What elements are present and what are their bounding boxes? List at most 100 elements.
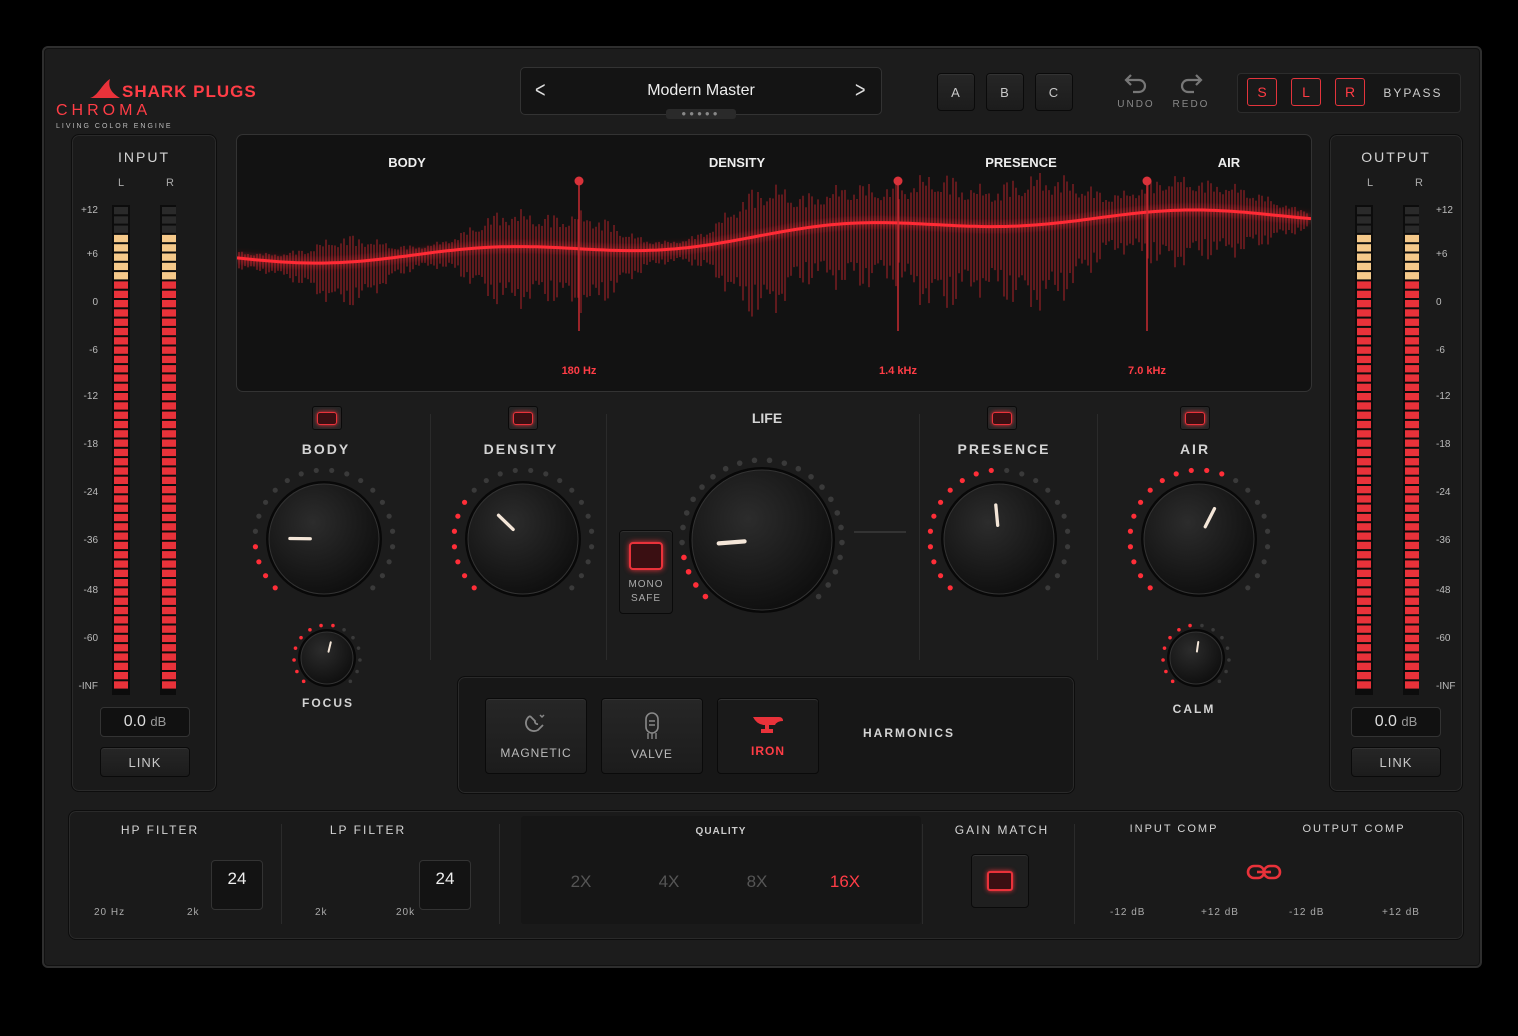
- bypass-button[interactable]: BYPASS: [1370, 86, 1456, 100]
- spectrum-display[interactable]: BODY DENSITY PRESENCE AIR 180 Hz 1.4 kHz…: [236, 134, 1312, 392]
- meter-segment: [1357, 551, 1371, 559]
- output-value-field[interactable]: 0.0 dB: [1351, 707, 1441, 737]
- knob-dot: [931, 513, 937, 519]
- knob-body: [1143, 483, 1255, 595]
- preset-prev-button[interactable]: <: [535, 77, 546, 104]
- meter-segment: [114, 579, 128, 587]
- air-knob[interactable]: [1127, 467, 1271, 597]
- knob-dot: [685, 568, 692, 575]
- meter-segment: [1405, 504, 1419, 512]
- slot-b-button[interactable]: B: [986, 73, 1024, 111]
- lp-slope-field[interactable]: 24: [419, 860, 471, 910]
- knob-dot: [1227, 658, 1231, 662]
- air-enable-toggle[interactable]: [1180, 406, 1210, 430]
- knob-dot: [351, 635, 355, 640]
- preset-next-button[interactable]: >: [855, 77, 866, 104]
- meter-segment: [162, 588, 176, 596]
- meter-segment: [114, 411, 128, 419]
- meter-segment: [1405, 579, 1419, 587]
- left-button[interactable]: L: [1291, 78, 1321, 106]
- quality-2x-option[interactable]: 2X: [556, 872, 606, 892]
- quality-16x-option[interactable]: 16X: [820, 872, 870, 892]
- mode-magnetic-button[interactable]: MAGNETIC: [485, 698, 587, 774]
- comp-link-icon[interactable]: [1246, 860, 1282, 884]
- meter-segment: [162, 681, 176, 689]
- body-knob[interactable]: [252, 467, 396, 597]
- mono-safe-toggle[interactable]: MONO SAFE: [619, 530, 673, 614]
- undo-button[interactable]: UNDO: [1114, 72, 1158, 118]
- knob-dot: [988, 467, 994, 474]
- knob-dot: [1147, 487, 1153, 493]
- slot-c-button[interactable]: C: [1035, 73, 1073, 111]
- meter-segment: [1357, 486, 1371, 494]
- meter-segment: [1357, 616, 1371, 624]
- meter-segment: [1357, 513, 1371, 522]
- input-link-button[interactable]: LINK: [100, 747, 190, 777]
- meter-segment: [1405, 290, 1419, 298]
- meter-segment: [114, 253, 128, 261]
- density-enable-toggle[interactable]: [508, 406, 538, 430]
- meter-segment: [114, 467, 128, 475]
- band-marker-handle[interactable]: [574, 176, 584, 186]
- meter-segment: [162, 541, 176, 550]
- meter-segment: [1405, 430, 1419, 438]
- presence-knob[interactable]: [927, 467, 1071, 597]
- knob-dot: [834, 510, 841, 516]
- hp-slope-field[interactable]: 24: [211, 860, 263, 910]
- knob-dot: [1188, 467, 1194, 474]
- meter-segment: [1405, 337, 1419, 345]
- meter-segment: [162, 504, 176, 512]
- knob-rim: [465, 481, 581, 597]
- redo-button[interactable]: REDO: [1169, 72, 1213, 118]
- meter-segment: [114, 662, 128, 670]
- quality-8x-option[interactable]: 8X: [732, 872, 782, 892]
- presence-enable-toggle[interactable]: [987, 406, 1017, 430]
- knob-dot: [329, 467, 335, 474]
- knob-dot: [1261, 513, 1267, 519]
- knob-dot: [389, 544, 396, 550]
- right-button[interactable]: R: [1335, 78, 1365, 106]
- knob-dot: [588, 544, 595, 550]
- meter-segment: [114, 532, 128, 540]
- preset-name[interactable]: Modern Master: [581, 82, 821, 100]
- band-marker-handle[interactable]: [1142, 176, 1152, 186]
- mode-iron-button[interactable]: IRON: [717, 698, 819, 774]
- meter-segment: [1405, 597, 1419, 605]
- meter-segment: [1357, 579, 1371, 587]
- meter-segment: [162, 216, 176, 224]
- gain-match-toggle[interactable]: [971, 854, 1029, 908]
- meter-segment: [162, 476, 176, 484]
- meter-segment: [162, 272, 176, 280]
- calm-knob[interactable]: [1161, 623, 1231, 687]
- meter-segment: [162, 560, 176, 568]
- output-link-button[interactable]: LINK: [1351, 747, 1441, 777]
- anvil-icon: [753, 717, 783, 733]
- density-knob[interactable]: [451, 467, 595, 597]
- gain-match-label: GAIN MATCH: [954, 823, 1050, 837]
- band-marker-handle[interactable]: [893, 176, 903, 186]
- life-knob[interactable]: [679, 457, 845, 613]
- knob-dot: [471, 487, 477, 493]
- meter-segment: [1357, 225, 1371, 233]
- output-meter-panel: OUTPUT L R +12 +6 0 -6 -12 -18 -24 -36 -48 -60 -IN…: [1329, 134, 1463, 792]
- quality-4x-option[interactable]: 4X: [644, 872, 694, 892]
- meter-scale-tick: -6: [89, 345, 98, 356]
- body-label: BODY: [301, 441, 351, 457]
- focus-knob[interactable]: [292, 623, 362, 687]
- knob-dot: [766, 457, 773, 464]
- meter-segment: [1357, 402, 1371, 410]
- mode-valve-button[interactable]: VALVE: [601, 698, 703, 774]
- meter-segment: [1357, 476, 1371, 484]
- body-enable-toggle[interactable]: [312, 406, 342, 430]
- knob-dot: [1200, 623, 1204, 628]
- knob-dot: [1164, 669, 1168, 674]
- meter-segment: [114, 327, 128, 336]
- knob-dot: [569, 487, 575, 493]
- meter-segment: [162, 374, 176, 382]
- input-value-field[interactable]: 0.0 dB: [100, 707, 190, 737]
- slot-a-button[interactable]: A: [937, 73, 975, 111]
- knob-dot: [1033, 477, 1039, 484]
- solo-button[interactable]: S: [1247, 78, 1277, 106]
- knob-dot: [252, 544, 259, 550]
- life-link-line: [854, 531, 906, 533]
